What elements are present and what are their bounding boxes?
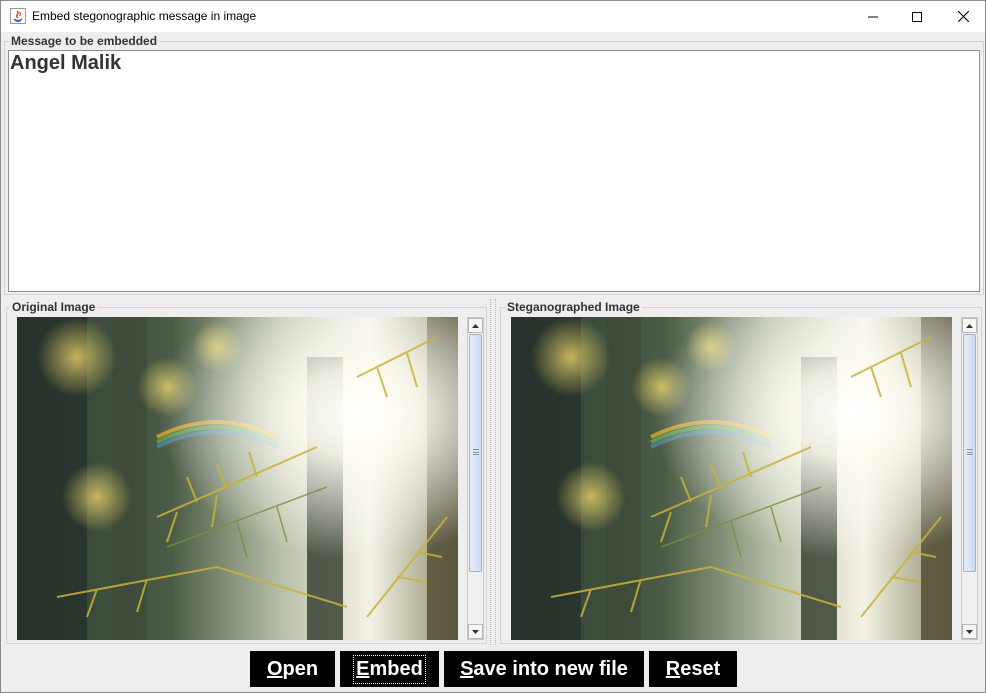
steganographed-image-panel: Steganographed Image xyxy=(500,300,982,644)
open-mnemonic: O xyxy=(266,657,283,680)
steganographed-image-scrollbar[interactable] xyxy=(961,317,978,640)
scroll-down-button[interactable] xyxy=(468,624,483,639)
original-image-scrollbar[interactable] xyxy=(467,317,484,640)
original-image-title: Original Image xyxy=(10,300,98,314)
scroll-thumb[interactable] xyxy=(963,334,976,572)
embed-button[interactable]: Embed xyxy=(340,651,439,687)
arrow-down-icon xyxy=(472,629,479,634)
reset-mnemonic: R xyxy=(665,657,681,680)
save-into-new-file-button[interactable]: Save into new file xyxy=(444,651,644,687)
message-panel-title: Message to be embedded xyxy=(9,34,160,48)
open-label: pen xyxy=(282,657,319,680)
reset-button[interactable]: Reset xyxy=(649,651,737,687)
minimize-button[interactable] xyxy=(850,1,896,32)
window-title: Embed stegonographic message in image xyxy=(32,9,257,23)
scroll-up-button[interactable] xyxy=(468,318,483,333)
close-button[interactable] xyxy=(940,1,986,32)
scroll-down-button[interactable] xyxy=(962,624,977,639)
close-icon xyxy=(957,11,969,22)
embed-mnemonic: E xyxy=(356,657,370,680)
scroll-thumb[interactable] xyxy=(469,334,482,572)
button-bar: Open Embed Save into new file Reset xyxy=(1,647,985,692)
save-label: ave into new file xyxy=(473,657,628,680)
title-bar[interactable]: Embed stegonographic message in image xyxy=(1,1,985,32)
steganographed-image xyxy=(511,317,952,640)
maximize-button[interactable] xyxy=(894,1,940,32)
arrow-up-icon xyxy=(966,323,973,328)
original-image-panel: Original Image xyxy=(6,300,487,644)
arrow-up-icon xyxy=(472,323,479,328)
open-button[interactable]: Open xyxy=(250,651,335,687)
original-image xyxy=(17,317,458,640)
minimize-icon xyxy=(868,16,878,17)
steganographed-image-title: Steganographed Image xyxy=(505,300,642,314)
save-mnemonic: S xyxy=(460,657,474,680)
embed-label: mbed xyxy=(369,657,423,680)
message-text-area[interactable]: Angel Malik xyxy=(8,50,980,292)
arrow-down-icon xyxy=(966,629,973,634)
reset-label: eset xyxy=(680,657,721,680)
maximize-icon xyxy=(912,11,922,22)
scroll-up-button[interactable] xyxy=(962,318,977,333)
grip-icon xyxy=(967,449,973,455)
grip-icon xyxy=(473,449,479,455)
split-pane-divider[interactable] xyxy=(490,299,496,645)
app-window: Embed stegonographic message in image Me… xyxy=(0,0,986,693)
message-panel: Message to be embedded Angel Malik xyxy=(4,34,984,295)
java-app-icon xyxy=(10,8,26,24)
